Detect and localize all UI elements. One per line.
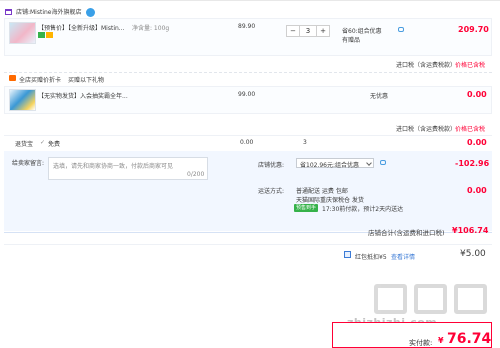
coupon-value: ¥5.00 (460, 249, 486, 259)
gift-subtotal: 0.00 (467, 90, 487, 99)
import-tax-value: 价格已含税 (455, 62, 486, 69)
divider (4, 135, 492, 136)
payment-label: 实付款: (409, 339, 433, 347)
item-gift-note: 有赠品 (342, 37, 361, 44)
return-insurance-price: 0.00 (240, 139, 254, 146)
store-label: 店铺: (16, 9, 31, 16)
store-name-link[interactable]: Mistine海外旗舰店 (30, 7, 81, 16)
return-insurance-check-icon[interactable]: ✓ (40, 139, 45, 146)
seven-day-return-icon (38, 32, 45, 38)
unit-price: 89.90 (238, 23, 256, 30)
store-discount-amount: -102.96 (455, 159, 490, 168)
gift-import-tax-value: 价格已含税 (455, 126, 486, 133)
product-title-link[interactable]: 【预售价】【全新升级】Mistin... (38, 23, 125, 32)
product-thumbnail[interactable] (9, 22, 36, 44)
payment-currency: ¥ (438, 336, 444, 345)
service-tag-icon (46, 32, 53, 38)
delivery-label: 运送方式: (258, 188, 285, 195)
message-placeholder: 选填，请先和商家协商一致，付款后商家可见 (53, 163, 174, 170)
delivery-warehouse-note: 天猫国际重庆保税仓 发货 (296, 197, 364, 204)
gift-unit-price: 99.00 (238, 91, 256, 98)
gift-title-link[interactable]: 【无实物发货】入会抽奖霸全年... (38, 91, 128, 100)
delivery-badge: 预售到手 (294, 204, 318, 212)
item-subtotal: 209.70 (458, 25, 489, 34)
store-discount-selected: 省102.96元:组合优惠 (300, 162, 360, 169)
wangwang-chat-icon[interactable] (86, 8, 95, 17)
coupon-label: 红包抵扣¥5 (355, 254, 387, 261)
gift-promo-link[interactable]: 买赠以下礼物 (68, 75, 104, 84)
payment-total: 76.74 (447, 331, 492, 347)
store-icon (5, 9, 12, 15)
store-header: 店铺: Mistine海外旗舰店 (0, 3, 500, 17)
gift-import-tax-label: 进口税（含运费税款） (396, 126, 457, 133)
top-border (0, 0, 500, 1)
store-discount-label: 店铺优惠: (258, 162, 285, 169)
seller-message-input[interactable]: 选填，请先和商家协商一致，付款后商家可见 0/200 (48, 157, 208, 180)
discount-info-icon[interactable] (398, 27, 404, 32)
product-spec: 净含量: 100g (132, 25, 170, 32)
chevron-down-icon (366, 160, 372, 166)
gift-discount: 无优惠 (370, 93, 389, 100)
import-tax-label: 进口税（含运费税款） (396, 62, 457, 69)
coupon-details-link[interactable]: 查看详情 (391, 252, 415, 261)
return-insurance-label: 退货宝 (15, 141, 34, 148)
return-insurance-option: 免费 (48, 141, 61, 148)
quantity-stepper: − 3 + (286, 25, 330, 37)
item-discount: 省60:组合优惠 (342, 28, 382, 35)
gift-thumbnail[interactable] (9, 89, 36, 111)
store-total-label: 店铺合计(含运费和进口税) (368, 229, 445, 237)
delivery-price: 0.00 (467, 186, 487, 195)
gift-icon (9, 75, 16, 81)
quantity-value[interactable]: 3 (300, 26, 316, 36)
delivery-method: 普通配送 运费 包邮 (296, 188, 348, 195)
payment-summary: 实付款: ¥ 76.74 (332, 322, 492, 348)
return-insurance-subtotal: 0.00 (467, 138, 487, 147)
discount-tip-icon[interactable] (380, 160, 386, 165)
store-total-value: ¥106.74 (452, 226, 489, 235)
message-counter: 0/200 (187, 171, 205, 178)
quantity-decrease-button[interactable]: − (287, 26, 300, 36)
gift-promo-label: 全店买赠价折卡 (19, 77, 62, 84)
message-label: 给卖家留言: (12, 160, 45, 167)
return-insurance-qty: 3 (303, 139, 307, 146)
store-discount-select[interactable]: 省102.96元:组合优惠 (296, 158, 374, 169)
coupon-checkbox[interactable] (344, 251, 351, 258)
divider (4, 244, 492, 245)
delivery-promise: 17:30前付款，预计2天内送达 (322, 206, 404, 213)
quantity-increase-button[interactable]: + (316, 26, 329, 36)
